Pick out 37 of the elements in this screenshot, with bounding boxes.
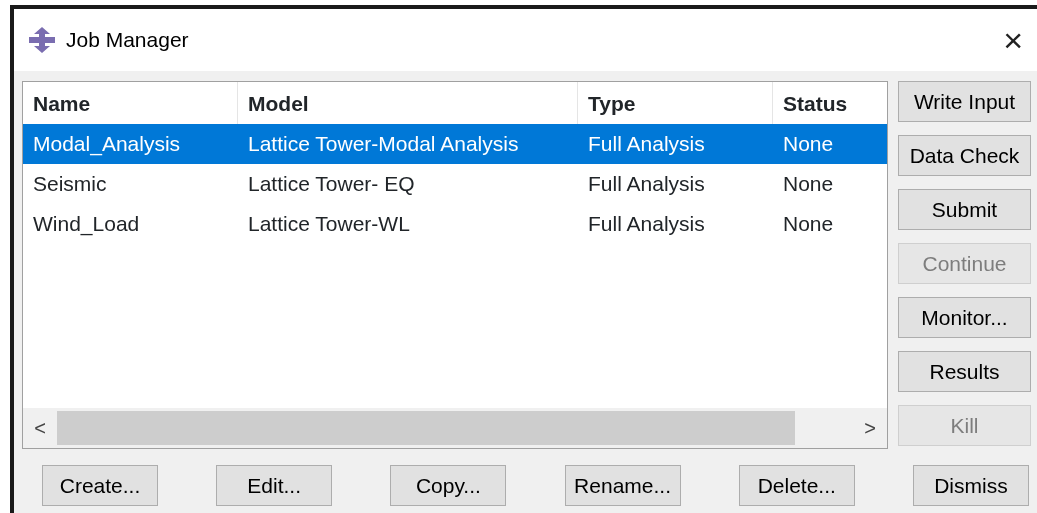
table-cell-text: None — [782, 170, 835, 197]
close-button[interactable]: × — [999, 23, 1027, 57]
table-cell-text: Full Analysis — [587, 170, 706, 197]
scroll-right-button[interactable]: > — [853, 413, 887, 443]
action-button[interactable]: Results — [898, 351, 1031, 392]
table-row[interactable]: Modal_Analysis Lattice Tower-Modal Analysis Full Analysis None — [23, 123, 887, 164]
table-cell-text: Seismic — [32, 170, 108, 197]
action-button[interactable]: Delete... — [738, 465, 855, 506]
action-button[interactable]: Monitor... — [898, 297, 1031, 338]
action-button[interactable]: Submit — [898, 189, 1031, 230]
action-button[interactable]: Data Check — [898, 135, 1031, 176]
action-button[interactable]: Dismiss — [912, 465, 1029, 506]
table-cell-text: None — [782, 210, 835, 237]
horizontal-scrollbar[interactable]: < > — [23, 408, 887, 448]
table-cell-text: Lattice Tower-WL — [247, 210, 411, 237]
app-logo-icon — [28, 27, 56, 53]
table-row[interactable]: Seismic Lattice Tower- EQ Full Analysis None — [23, 163, 887, 204]
table-cell-text: Wind_Load — [32, 210, 141, 238]
column-header[interactable]: Status — [773, 82, 885, 124]
action-button[interactable]: Create... — [42, 465, 158, 506]
table-cell-text: Lattice Tower- EQ — [247, 170, 416, 197]
table-cell-text: Full Analysis — [587, 130, 706, 157]
action-button[interactable]: Edit... — [216, 465, 333, 506]
action-button[interactable]: Write Input — [898, 81, 1031, 122]
action-button[interactable]: Copy... — [390, 465, 507, 506]
table-row[interactable]: Wind_Load Lattice Tower-WL Full Analysis None — [23, 203, 887, 244]
scrollbar-thumb[interactable] — [57, 411, 795, 445]
table-cell-text: Full Analysis — [587, 210, 706, 237]
column-header[interactable]: Name — [23, 82, 238, 124]
table-cell-text: Lattice Tower-Modal Analysis — [247, 130, 520, 157]
table-cell-text: Modal_Analysis — [32, 130, 182, 158]
column-header[interactable]: Type — [578, 82, 773, 124]
scroll-left-button[interactable]: < — [23, 413, 57, 443]
column-header[interactable]: Model — [238, 82, 578, 124]
table-cell-text: None — [782, 130, 835, 157]
window-title: Job Manager — [66, 27, 189, 54]
action-button[interactable]: Rename... — [564, 465, 681, 506]
